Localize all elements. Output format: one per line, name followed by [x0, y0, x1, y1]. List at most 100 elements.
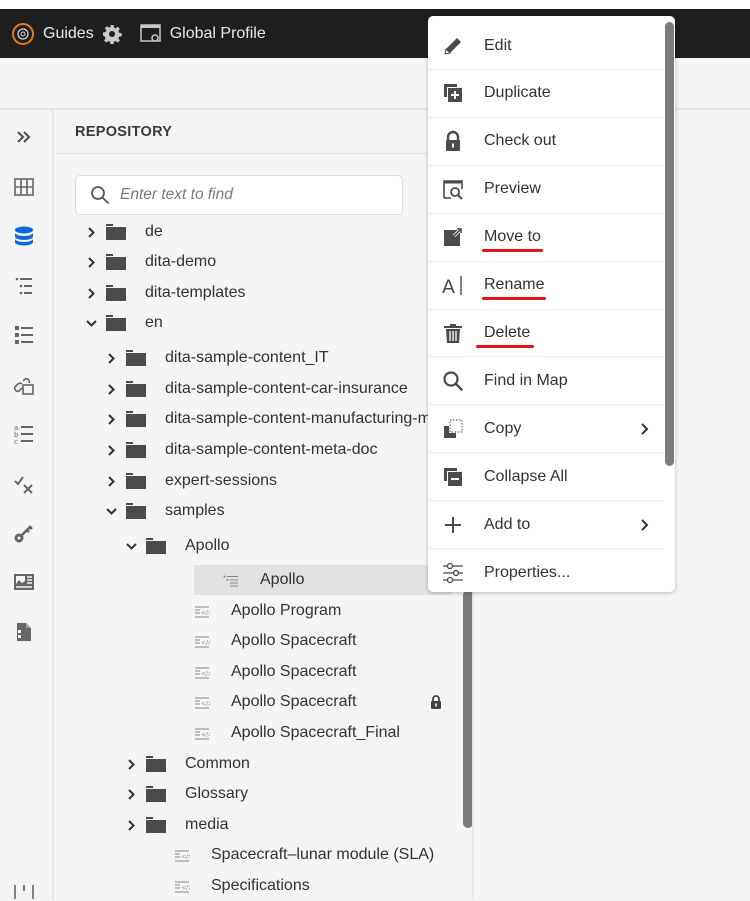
svg-text:</>: </>	[181, 885, 190, 892]
link-reference-icon[interactable]	[12, 373, 36, 397]
chevron-down-icon[interactable]	[105, 505, 117, 517]
folder-icon	[145, 816, 167, 834]
tree-file-row[interactable]: </> Specifications	[56, 871, 442, 901]
settings-gear-icon[interactable]	[102, 24, 122, 44]
context-menu-item-edit[interactable]: Edit	[428, 22, 664, 70]
tree-folder-row[interactable]: Apollo	[56, 531, 442, 561]
tree-folder-row[interactable]: dita-sample-content-manufacturing-m	[56, 404, 442, 434]
tree-item-label: Common	[185, 755, 250, 772]
tree-file-row[interactable]: </> Spacecraft–lunar module (SLA)	[56, 840, 442, 870]
magnifier-icon	[442, 370, 464, 392]
chevron-right-icon[interactable]	[85, 287, 97, 299]
context-menu-item-duplicate[interactable]: Duplicate	[428, 70, 664, 118]
context-menu-item-check-out[interactable]: Check out	[428, 118, 664, 166]
check-cross-icon[interactable]	[12, 472, 36, 496]
panel-title: REPOSITORY	[75, 124, 173, 140]
tree-folder-row[interactable]: dita-demo	[56, 247, 442, 277]
tree-file-row[interactable]: </> Apollo Spacecraft	[56, 626, 442, 656]
context-menu-item-label: Add to	[484, 515, 531, 533]
context-menu-item-rename[interactable]: A Rename	[428, 262, 664, 310]
tree-item-label: Apollo	[185, 537, 230, 554]
outline-list-icon[interactable]	[12, 274, 36, 298]
tree-item-label: dita-demo	[145, 253, 217, 270]
tree-folder-row[interactable]: dita-sample-content_IT	[56, 343, 442, 373]
tree-folder-row[interactable]: Common	[56, 749, 442, 779]
tree-item-label: Apollo Spacecraft	[231, 632, 357, 649]
chevron-right-icon[interactable]	[125, 788, 137, 800]
context-menu-item-properties[interactable]: Properties...	[428, 549, 664, 592]
ordered-list-icon[interactable]: abc	[12, 422, 36, 446]
chevron-down-icon[interactable]	[85, 317, 97, 329]
folder-icon	[105, 284, 127, 302]
chevron-right-icon[interactable]	[105, 475, 117, 487]
dita-topic-icon: </>	[174, 849, 193, 862]
context-menu: Edit Duplicate Check out Preview Move to A Ren…	[428, 16, 675, 592]
expand-chevrons-icon[interactable]	[12, 125, 36, 149]
chevron-right-icon[interactable]	[105, 352, 117, 364]
context-menu-item-label: Delete	[475, 323, 535, 348]
move-to-icon	[442, 226, 464, 248]
tree-folder-row[interactable]: expert-sessions	[56, 466, 442, 496]
folder-icon	[105, 253, 127, 271]
tree-file-row[interactable]: </> Apollo Spacecraft	[56, 657, 442, 687]
tree-folder-row[interactable]: samples	[56, 496, 442, 526]
tree-folder-row[interactable]: de	[56, 217, 442, 247]
folder-icon	[125, 349, 147, 367]
global-profile-label[interactable]: Global Profile	[170, 25, 266, 43]
key-icon[interactable]	[12, 521, 36, 545]
dita-topic-icon: </>	[194, 635, 213, 648]
context-menu-item-copy[interactable]: Copy	[428, 405, 664, 454]
image-card-icon[interactable]	[12, 570, 36, 594]
repository-database-icon[interactable]	[12, 224, 36, 248]
context-menu-item-preview[interactable]: Preview	[428, 166, 664, 214]
chevron-down-icon[interactable]	[125, 540, 137, 552]
chevron-right-icon[interactable]	[105, 444, 117, 456]
tree-folder-row[interactable]: media	[56, 810, 442, 840]
bullet-list-icon[interactable]	[12, 323, 36, 347]
tree-folder-row[interactable]: en	[56, 308, 442, 338]
context-menu-item-label: Edit	[484, 36, 512, 54]
submenu-chevron-right-icon	[640, 518, 650, 532]
tree-file-row[interactable]: </> Apollo Spacecraft_Final	[56, 718, 442, 748]
context-menu-item-label: Copy	[484, 419, 522, 437]
tree-item-label: Glossary	[185, 785, 249, 802]
context-menu-item-find-in-map[interactable]: Find in Map	[428, 357, 664, 406]
context-menu-scrollbar[interactable]	[665, 22, 674, 466]
repository-search-box[interactable]	[75, 175, 403, 215]
tree-file-row[interactable]: </> Apollo Program	[56, 596, 442, 626]
document-panel-icon[interactable]	[12, 620, 36, 644]
search-input[interactable]	[120, 186, 380, 204]
svg-text:</>: </>	[181, 854, 190, 861]
context-menu-item-add-to[interactable]: Add to	[428, 501, 664, 549]
tree-folder-row[interactable]: dita-templates	[56, 278, 442, 308]
chevron-right-icon[interactable]	[125, 819, 137, 831]
duplicate-icon	[442, 82, 464, 104]
svg-text:</>: </>	[201, 640, 210, 647]
tree-item-label: dita-sample-content-meta-doc	[165, 441, 378, 458]
grid-icon[interactable]	[12, 175, 36, 199]
chevron-right-icon[interactable]	[105, 383, 117, 395]
chevron-right-icon[interactable]	[85, 226, 97, 238]
context-menu-item-label: Collapse All	[484, 467, 568, 485]
search-icon	[91, 186, 110, 205]
bottom-rail-icon[interactable]	[12, 885, 36, 899]
context-menu-item-collapse-all[interactable]: Collapse All	[428, 453, 664, 502]
tree-item-label: Apollo	[260, 571, 305, 588]
chevron-right-icon[interactable]	[85, 256, 97, 268]
panel-divider[interactable]	[472, 590, 474, 899]
tree-item-label: expert-sessions	[165, 472, 278, 489]
profile-settings-icon[interactable]	[139, 23, 162, 44]
context-menu-item-move-to[interactable]: Move to	[428, 214, 664, 262]
chevron-right-icon[interactable]	[125, 758, 137, 770]
context-menu-item-delete[interactable]: Delete	[428, 309, 664, 358]
tree-folder-row[interactable]: Glossary	[56, 779, 442, 809]
dita-topic-icon: </>	[174, 880, 193, 893]
app-name[interactable]: Guides	[43, 25, 94, 43]
tree-folder-row[interactable]: dita-sample-content-meta-doc	[56, 435, 442, 465]
chevron-right-icon[interactable]	[105, 413, 117, 425]
tree-folder-row[interactable]: dita-sample-content-car-insurance	[56, 374, 442, 404]
tree-item-label: dita-sample-content_IT	[165, 349, 329, 366]
tree-file-row[interactable]: </> Apollo Spacecraft	[56, 687, 442, 717]
aem-guides-logo-icon[interactable]	[12, 22, 34, 45]
tree-file-row[interactable]: Apollo	[194, 565, 452, 595]
